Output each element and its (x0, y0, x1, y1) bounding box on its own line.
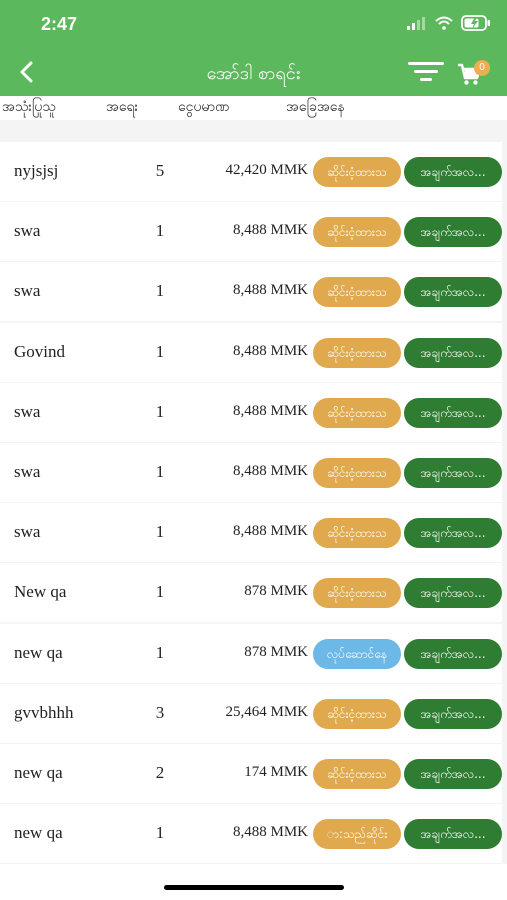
order-amount: 8,488 MMK (232, 523, 308, 540)
order-user-name: Govind (14, 341, 65, 361)
order-detail-button[interactable]: အချက်အလ... (404, 277, 502, 308)
order-quantity: 1 (155, 221, 165, 241)
order-status-badge: ဆိုင်းငံ့ထားသ (313, 578, 401, 609)
order-detail-button[interactable]: အချက်အလ... (404, 518, 502, 549)
order-user-name: swa (14, 281, 41, 301)
order-detail-button[interactable]: အချက်အလ... (404, 698, 502, 729)
status-icons (407, 15, 491, 31)
order-amount: 878 MMK (244, 643, 308, 660)
column-header-amount: ငွေပမာဏ (178, 99, 230, 115)
order-row[interactable]: Govind 1 8,488 MMK ဆိုင်းငံ့ထားသ အချက်အလ... (0, 322, 502, 382)
order-user-name: swa (14, 401, 41, 421)
status-time: 2:47 (41, 14, 78, 34)
order-quantity: 2 (155, 763, 165, 782)
order-quantity: 3 (155, 702, 165, 722)
order-detail-button[interactable]: အချက်အလ... (404, 157, 502, 187)
order-status-badge: ဆိုင်းငံ့ထားသ (313, 759, 401, 789)
signal-icon (407, 17, 425, 30)
column-header-status: အခြေအနေ (286, 99, 345, 115)
column-headers: အသုံးပြုသူ အရေး ငွေပမာဏ အခြေအနေ (0, 96, 507, 120)
order-quantity: 1 (155, 522, 165, 542)
wifi-icon (435, 16, 453, 30)
order-row[interactable]: gvvbhhh 3 25,464 MMK ဆိုင်းငံ့ထားသ အချက်အလ..… (0, 683, 502, 743)
order-amount: 8,488 MMK (232, 824, 308, 841)
battery-icon (461, 15, 490, 31)
order-status-badge: ာ:သည်ဆိုင်း (313, 819, 401, 850)
order-row[interactable]: swa 1 8,488 MMK ဆိုင်းငံ့ထားသ အချက်အလ... (0, 503, 502, 563)
order-user-name: new qa (14, 763, 63, 782)
order-row[interactable]: swa 1 8,488 MMK ဆိုင်းငံ့ထားသ အချက်အလ... (0, 443, 502, 502)
order-detail-button[interactable]: အချက်အလ... (404, 217, 502, 248)
order-quantity: 1 (155, 341, 165, 361)
home-indicator (164, 885, 344, 890)
order-status-badge: ဆိုင်းငံ့ထားသ (313, 277, 401, 308)
column-header-user: အသုံးပြုသူ (2, 99, 56, 115)
order-list[interactable]: nyjsjsj 5 42,420 MMK ဆိုင်းငံ့ထားသ အချက်အလ..… (0, 120, 507, 864)
order-quantity: 1 (155, 642, 165, 662)
order-user-name: swa (14, 462, 41, 481)
order-status-badge: ဆိုင်းငံ့ထားသ (313, 518, 401, 549)
order-row[interactable]: nyjsjsj 5 42,420 MMK ဆိုင်းငံ့ထားသ အချက်အလ..… (0, 142, 502, 201)
order-status-badge: လုပ်ဆောင်နေ (313, 638, 401, 669)
order-row[interactable]: swa 1 8,488 MMK ဆိုင်းငံ့ထားသ အချက်အလ... (0, 382, 502, 442)
order-detail-button[interactable]: အချက်အလ... (404, 397, 502, 428)
order-row[interactable]: swa 1 8,488 MMK ဆိုင်းငံ့ထားသ အချက်အလ... (0, 262, 502, 322)
order-quantity: 1 (155, 281, 165, 301)
app-header: အော်ဒါ စာရင်း 0 (0, 48, 507, 96)
order-detail-button[interactable]: အချက်အလ... (404, 578, 502, 609)
order-amount: 8,488 MMK (232, 222, 308, 239)
order-row[interactable]: swa 1 8,488 MMK ဆိုင်းငံ့ထားသ အချက်အလ... (0, 202, 502, 262)
order-user-name: new qa (14, 642, 63, 662)
order-quantity: 1 (155, 823, 165, 843)
order-amount: 174 MMK (244, 764, 308, 780)
order-amount: 25,464 MMK (225, 703, 308, 720)
order-detail-button[interactable]: အချက်အလ... (404, 337, 502, 368)
cart-button[interactable]: 0 (456, 56, 496, 88)
filter-button[interactable] (406, 60, 446, 84)
order-row[interactable]: new qa 2 174 MMK ဆိုင်းငံ့ထားသ အချက်အလ... (0, 744, 502, 803)
order-user-name: swa (14, 522, 41, 542)
order-amount: 878 MMK (244, 583, 308, 600)
order-user-name: new qa (14, 823, 63, 843)
order-status-badge: ဆိုင်းငံ့ထားသ (313, 217, 401, 248)
order-row[interactable]: new qa 1 8,488 MMKာ:သည်ဆိုင်း အချက်အလ... (0, 804, 502, 864)
order-amount: 42,420 MMK (225, 162, 308, 178)
order-user-name: nyjsjsj (14, 161, 59, 180)
order-quantity: 1 (155, 462, 165, 481)
order-amount: 8,488 MMK (232, 282, 308, 299)
column-header-qty: အရေး (106, 99, 139, 115)
order-quantity: 1 (155, 401, 165, 421)
order-user-name: New qa (14, 582, 67, 602)
filter-icon (408, 62, 444, 81)
cart-count-badge: 0 (474, 60, 490, 76)
order-amount: 8,488 MMK (232, 402, 308, 419)
status-bar: 2:47 (0, 0, 507, 48)
order-detail-button[interactable]: အချက်အလ... (404, 819, 502, 850)
order-status-badge: ဆိုင်းငံ့ထားသ (313, 337, 401, 368)
order-status-badge: ဆိုင်းငံ့ထားသ (313, 397, 401, 428)
order-status-badge: ဆိုင်းငံ့ထားသ (313, 157, 401, 187)
order-quantity: 5 (155, 161, 165, 180)
order-detail-button[interactable]: အချက်အလ... (404, 759, 502, 789)
order-amount: 8,488 MMK (232, 342, 308, 359)
order-status-badge: ဆိုင်းငံ့ထားသ (313, 458, 401, 488)
order-detail-button[interactable]: အချက်အလ... (404, 638, 502, 669)
order-status-badge: ဆိုင်းငံ့ထားသ (313, 698, 401, 729)
order-user-name: gvvbhhh (14, 702, 74, 722)
order-row[interactable]: new qa 1 878 MMK လုပ်ဆောင်နေ အချက်အလ... (0, 623, 502, 683)
order-user-name: swa (14, 221, 41, 241)
order-detail-button[interactable]: အချက်အလ... (404, 458, 502, 488)
order-quantity: 1 (155, 582, 165, 602)
order-amount: 8,488 MMK (232, 463, 308, 479)
order-row[interactable]: New qa 1 878 MMK ဆိုင်းငံ့ထားသ အချက်အလ... (0, 563, 502, 623)
